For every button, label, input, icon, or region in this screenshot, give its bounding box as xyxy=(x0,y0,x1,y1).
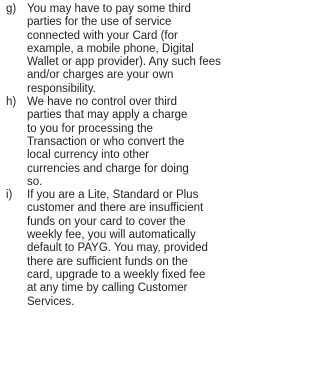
clause-text: If you are a Lite, Standard or Plus cust… xyxy=(27,189,208,308)
clause-i: i) If you are a Lite, Standard or Plus c… xyxy=(6,189,284,309)
clause-g: g) You may have to pay some third partie… xyxy=(6,3,284,96)
terms-document: g) You may have to pay some third partie… xyxy=(0,0,292,388)
clause-marker: i) xyxy=(6,189,13,202)
clause-text: You may have to pay some third parties f… xyxy=(27,3,221,95)
clause-marker: g) xyxy=(6,3,17,15)
clause-text: We have no control over third parties th… xyxy=(27,96,189,188)
clause-marker: h) xyxy=(6,96,17,109)
clause-h: h) We have no control over third parties… xyxy=(6,96,284,189)
